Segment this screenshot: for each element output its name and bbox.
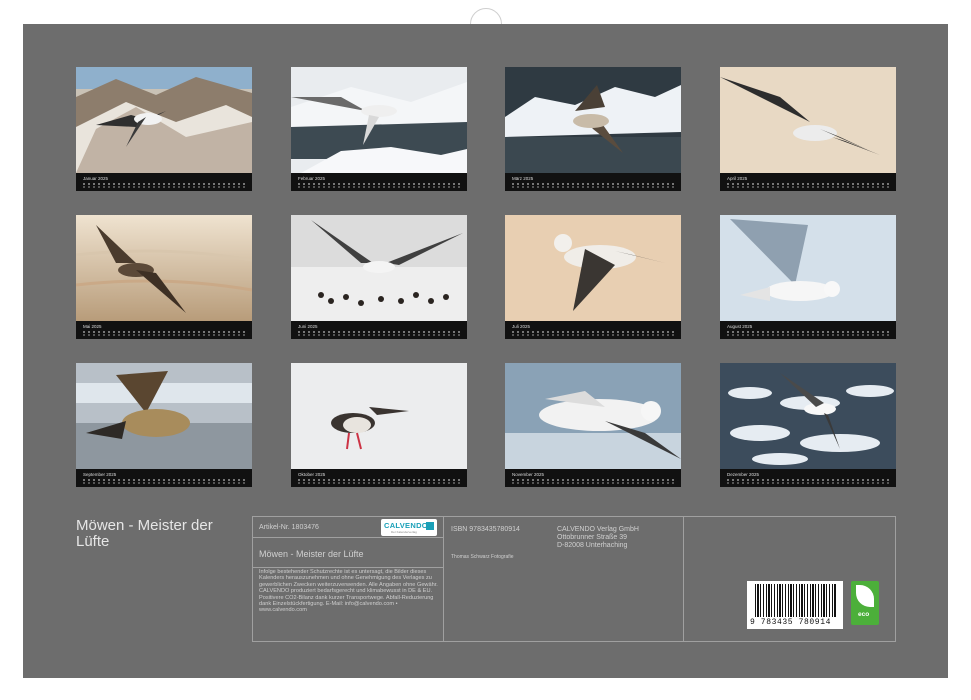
barcode: 9 783435 780914 bbox=[747, 581, 843, 629]
photo-october bbox=[291, 363, 467, 469]
month-tile-july: Juli 2025 bbox=[505, 215, 681, 339]
photo-august bbox=[720, 215, 896, 321]
month-label: März 2025 bbox=[512, 176, 534, 181]
month-label: Juli 2025 bbox=[512, 324, 531, 329]
calendar-strip: November 2025 bbox=[505, 469, 681, 487]
calendar-strip: Mai 2025 bbox=[76, 321, 252, 339]
photo-june bbox=[291, 215, 467, 321]
month-label: November 2025 bbox=[512, 472, 545, 477]
month-tile-may: Mai 2025 bbox=[76, 215, 252, 339]
calendar-strip: März 2025 bbox=[505, 173, 681, 191]
month-label: Oktober 2025 bbox=[298, 472, 326, 477]
leaf-icon bbox=[856, 585, 874, 607]
photo-july bbox=[505, 215, 681, 321]
calendar-strip: September 2025 bbox=[76, 469, 252, 487]
photo-november bbox=[505, 363, 681, 469]
month-label: April 2025 bbox=[727, 176, 748, 181]
photo-february bbox=[291, 67, 467, 173]
isbn: ISBN 9783435780914 bbox=[451, 526, 520, 533]
month-tile-june: Juni 2025 bbox=[291, 215, 467, 339]
month-tile-march: März 2025 bbox=[505, 67, 681, 191]
month-label: August 2025 bbox=[727, 324, 753, 329]
logo-subtitle: Der Kalenderverlag bbox=[391, 530, 417, 534]
calendar-strip: Februar 2025 bbox=[291, 173, 467, 191]
month-tile-january: Januar 2025 bbox=[76, 67, 252, 191]
month-tile-august: August 2025 bbox=[720, 215, 896, 339]
article-number: Artikel-Nr. 1803476 bbox=[259, 524, 319, 531]
calendar-strip: Januar 2025 bbox=[76, 173, 252, 191]
photo-april bbox=[720, 67, 896, 173]
eco-badge: eco bbox=[851, 581, 879, 625]
barcode-number: 9 783435 780914 bbox=[750, 618, 832, 627]
month-tile-february: Februar 2025 bbox=[291, 67, 467, 191]
photographer: Thomas Schwarz Fotografie bbox=[451, 554, 514, 560]
logo-text: CALVENDO bbox=[384, 521, 428, 530]
photo-march bbox=[505, 67, 681, 173]
month-tile-april: April 2025 bbox=[720, 67, 896, 191]
publisher-line-1: CALVENDO Verlag GmbH bbox=[557, 526, 639, 533]
calendar-strip: Juli 2025 bbox=[505, 321, 681, 339]
calendar-strip: Juni 2025 bbox=[291, 321, 467, 339]
photo-january bbox=[76, 67, 252, 173]
month-tile-december: Dezember 2025 bbox=[720, 363, 896, 487]
calendar-strip: Oktober 2025 bbox=[291, 469, 467, 487]
month-label: Dezember 2025 bbox=[727, 472, 760, 477]
calendar-strip: August 2025 bbox=[720, 321, 896, 339]
publisher-line-2: Ottobrunner Straße 39 bbox=[557, 534, 628, 541]
month-tile-september: September 2025 bbox=[76, 363, 252, 487]
month-tile-october: Oktober 2025 bbox=[291, 363, 467, 487]
calendar-title: Möwen - Meister der Lüfte bbox=[76, 517, 213, 550]
photo-may bbox=[76, 215, 252, 321]
calendar-strip: Dezember 2025 bbox=[720, 469, 896, 487]
photo-december bbox=[720, 363, 896, 469]
month-tile-november: November 2025 bbox=[505, 363, 681, 487]
legal-text: Infolge bestehender Schutzrechte ist es … bbox=[259, 569, 438, 614]
eco-label: eco bbox=[858, 611, 870, 618]
product-title: Möwen - Meister der Lüfte bbox=[259, 549, 364, 559]
publisher-line-3: D-82008 Unterhaching bbox=[557, 542, 628, 549]
month-label: Januar 2025 bbox=[83, 176, 109, 181]
month-label: Februar 2025 bbox=[298, 176, 326, 181]
info-panel: Artikel-Nr. 1803476 CALVENDO Der Kalende… bbox=[252, 516, 896, 642]
calvendo-logo: CALVENDO Der Kalenderverlag bbox=[381, 519, 437, 536]
photo-september bbox=[76, 363, 252, 469]
calendar-strip: April 2025 bbox=[720, 173, 896, 191]
month-label: Juni 2025 bbox=[298, 324, 318, 329]
month-label: Mai 2025 bbox=[83, 324, 102, 329]
month-label: September 2025 bbox=[83, 472, 117, 477]
